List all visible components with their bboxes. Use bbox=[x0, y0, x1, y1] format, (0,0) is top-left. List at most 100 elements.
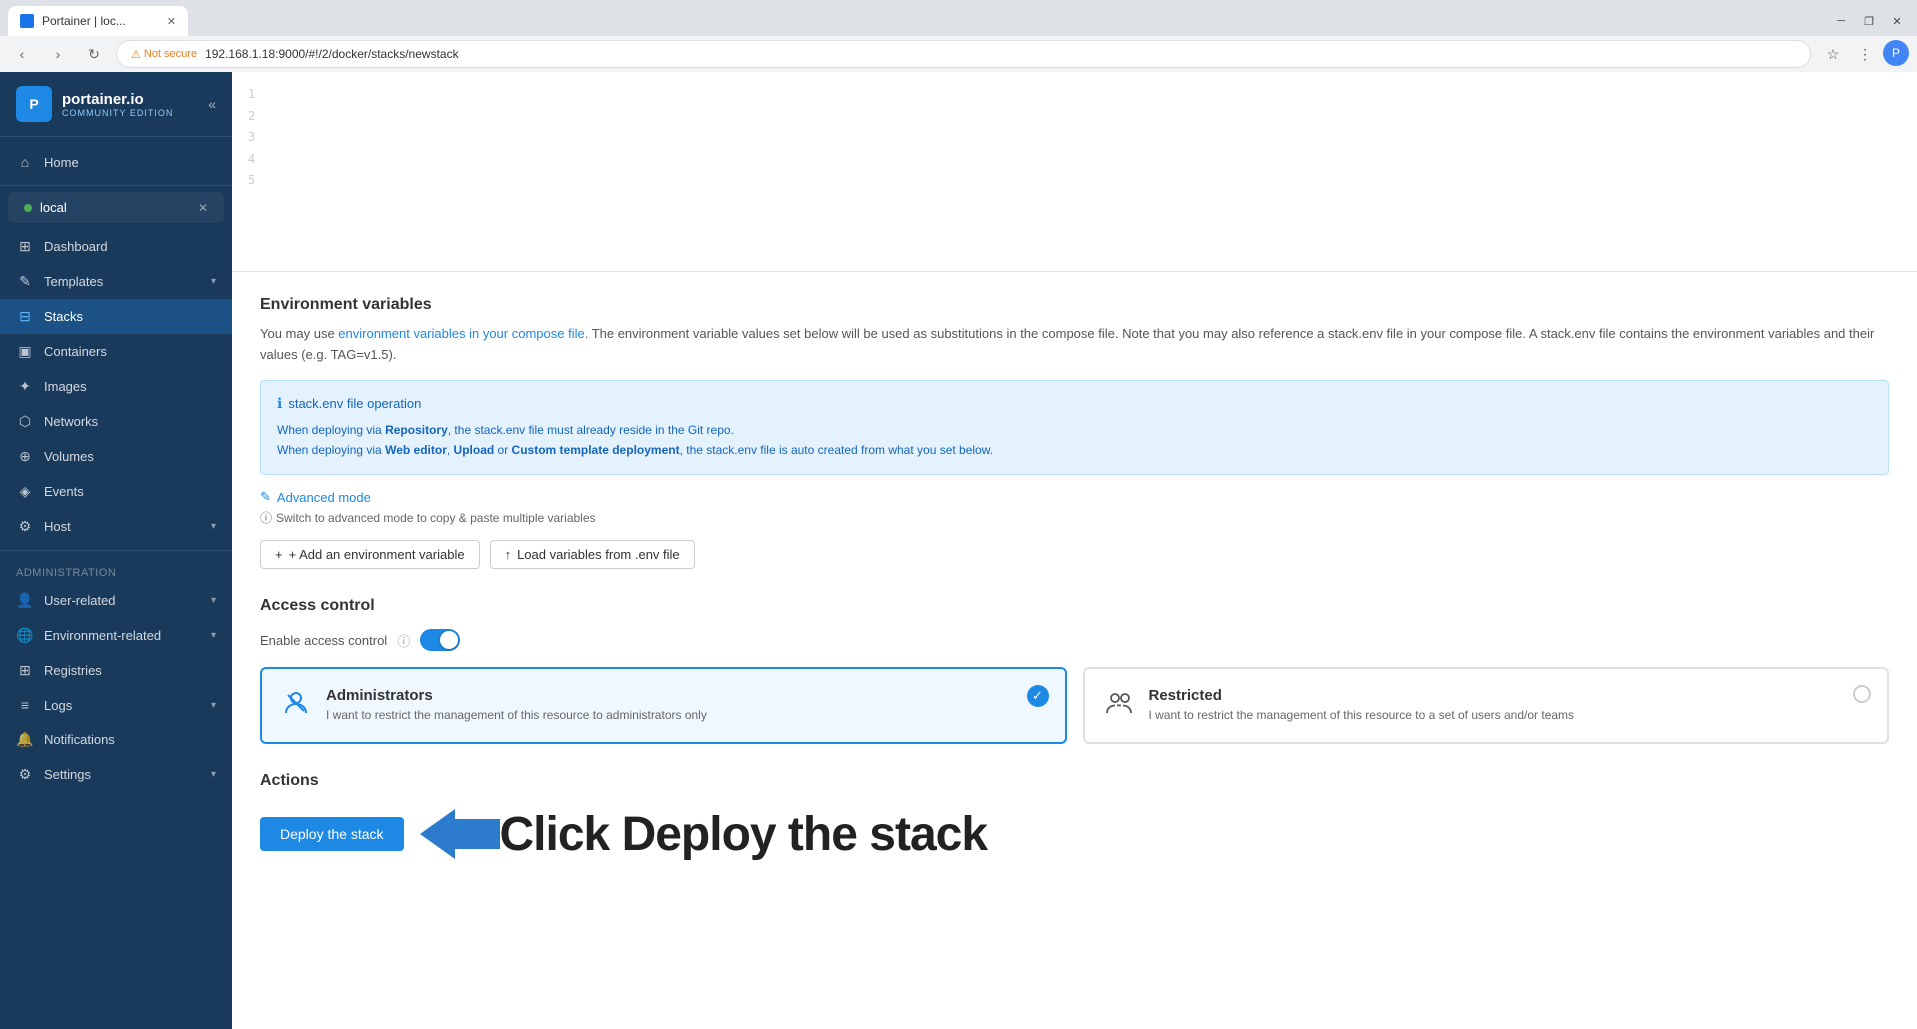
registries-label: Registries bbox=[44, 663, 102, 678]
main-content: 1 2 3 4 5 Environment variables You may … bbox=[232, 72, 1917, 1029]
administration-group-label: Administration bbox=[0, 557, 232, 583]
dashboard-icon: ⊞ bbox=[16, 238, 34, 255]
access-control-section: Access control Enable access control ⓘ bbox=[260, 597, 1889, 744]
back-button[interactable]: ‹ bbox=[8, 40, 36, 68]
env-related-chevron-icon: ▾ bbox=[211, 630, 216, 641]
events-icon: ◈ bbox=[16, 483, 34, 500]
env-vars-description: You may use environment variables in you… bbox=[260, 324, 1889, 366]
restricted-radio-indicator bbox=[1853, 685, 1871, 703]
env-related-label: Environment-related bbox=[44, 628, 161, 643]
window-controls: ─ ❐ ✕ bbox=[1829, 9, 1909, 33]
bookmark-icon[interactable]: ☆ bbox=[1819, 40, 1847, 68]
tab-title: Portainer | loc... bbox=[42, 14, 159, 28]
code-editor-area[interactable]: 1 2 3 4 5 bbox=[232, 72, 1917, 272]
minimize-button[interactable]: ─ bbox=[1829, 9, 1853, 33]
actions-section: Actions Deploy the stack Click Deploy th… bbox=[260, 772, 1889, 864]
sidebar-item-events[interactable]: ◈ Events bbox=[0, 474, 232, 509]
env-related-icon: 🌐 bbox=[16, 627, 34, 644]
info-icon: ℹ bbox=[277, 395, 282, 412]
tab-favicon bbox=[20, 14, 34, 28]
info-box-body: When deploying via Repository, the stack… bbox=[277, 420, 1872, 461]
containers-icon: ▣ bbox=[16, 343, 34, 360]
sidebar-item-home[interactable]: ⌂ Home bbox=[0, 145, 232, 179]
url-text: 192.168.1.18:9000/#!/2/docker/stacks/new… bbox=[205, 47, 459, 61]
browser-chrome: Portainer | loc... ✕ ─ ❐ ✕ ‹ › ↻ ⚠ Not s… bbox=[0, 0, 1917, 72]
env-status-dot bbox=[24, 204, 32, 212]
user-related-chevron-icon: ▾ bbox=[211, 595, 216, 606]
home-icon: ⌂ bbox=[16, 154, 34, 170]
collapse-button[interactable]: « bbox=[208, 96, 216, 112]
sidebar-item-notifications[interactable]: 🔔 Notifications bbox=[0, 722, 232, 757]
edit-icon: ✎ bbox=[260, 489, 271, 505]
env-vars-title: Environment variables bbox=[260, 296, 1889, 314]
sidebar-item-env-related[interactable]: 🌐 Environment-related ▾ bbox=[0, 618, 232, 653]
restricted-card-desc: I want to restrict the management of thi… bbox=[1149, 708, 1868, 722]
plus-icon: + bbox=[275, 547, 283, 562]
restricted-card-title: Restricted bbox=[1149, 687, 1868, 704]
deploy-stack-button[interactable]: Deploy the stack bbox=[260, 817, 404, 851]
load-variables-button[interactable]: ↑ Load variables from .env file bbox=[490, 540, 695, 569]
sidebar-item-stacks[interactable]: ⊟ Stacks bbox=[0, 299, 232, 334]
sidebar-item-templates[interactable]: ✎ Templates ▾ bbox=[0, 264, 232, 299]
enable-access-toggle[interactable] bbox=[420, 629, 460, 651]
close-button[interactable]: ✕ bbox=[1885, 9, 1909, 33]
sidebar-item-images[interactable]: ✦ Images bbox=[0, 369, 232, 404]
address-bar[interactable]: ⚠ Not secure 192.168.1.18:9000/#!/2/dock… bbox=[116, 40, 1811, 68]
administrators-card-title: Administrators bbox=[326, 687, 1045, 704]
logo-edition: COMMUNITY EDITION bbox=[62, 108, 173, 118]
reload-button[interactable]: ↻ bbox=[80, 40, 108, 68]
info-circle-icon: ⓘ bbox=[260, 509, 272, 526]
notifications-icon: 🔔 bbox=[16, 731, 34, 748]
env-vars-section: Environment variables You may use enviro… bbox=[260, 272, 1889, 569]
templates-label: Templates bbox=[44, 274, 103, 289]
sidebar-item-logs[interactable]: ≡ Logs ▾ bbox=[0, 688, 232, 722]
sidebar-item-registries[interactable]: ⊞ Registries bbox=[0, 653, 232, 688]
profile-icon[interactable]: P bbox=[1883, 40, 1909, 66]
extensions-icon[interactable]: ⋮ bbox=[1851, 40, 1879, 68]
settings-icon: ⚙ bbox=[16, 766, 34, 783]
notifications-label: Notifications bbox=[44, 732, 115, 747]
networks-label: Networks bbox=[44, 414, 98, 429]
stack-env-info-box: ℹ stack.env file operation When deployin… bbox=[260, 380, 1889, 476]
actions-title: Actions bbox=[260, 772, 1889, 790]
sidebar-item-volumes[interactable]: ⊕ Volumes bbox=[0, 439, 232, 474]
administrators-card[interactable]: Administrators I want to restrict the ma… bbox=[260, 667, 1067, 744]
sidebar: P portainer.io COMMUNITY EDITION « ⌂ Hom… bbox=[0, 72, 232, 1029]
containers-label: Containers bbox=[44, 344, 107, 359]
env-name: local bbox=[40, 200, 190, 215]
user-related-icon: 👤 bbox=[16, 592, 34, 609]
enable-access-help-icon[interactable]: ⓘ bbox=[397, 631, 410, 650]
access-control-title: Access control bbox=[260, 597, 1889, 615]
settings-chevron-icon: ▾ bbox=[211, 769, 216, 780]
home-label: Home bbox=[44, 155, 79, 170]
upload-icon: ↑ bbox=[505, 547, 512, 562]
templates-chevron-icon: ▾ bbox=[211, 276, 216, 287]
registries-icon: ⊞ bbox=[16, 662, 34, 679]
tab-close-icon[interactable]: ✕ bbox=[167, 15, 176, 28]
sidebar-env[interactable]: local ✕ bbox=[8, 192, 224, 223]
templates-icon: ✎ bbox=[16, 273, 34, 290]
browser-tab[interactable]: Portainer | loc... ✕ bbox=[8, 6, 188, 36]
security-indicator: ⚠ Not secure bbox=[131, 48, 197, 61]
sidebar-item-dashboard[interactable]: ⊞ Dashboard bbox=[0, 229, 232, 264]
compose-link[interactable]: environment variables in your compose fi… bbox=[338, 326, 584, 341]
restricted-card[interactable]: Restricted I want to restrict the manage… bbox=[1083, 667, 1890, 744]
sidebar-item-user-related[interactable]: 👤 User-related ▾ bbox=[0, 583, 232, 618]
stacks-icon: ⊟ bbox=[16, 308, 34, 325]
add-env-variable-button[interactable]: + + Add an environment variable bbox=[260, 540, 480, 569]
sidebar-item-host[interactable]: ⚙ Host ▾ bbox=[0, 509, 232, 544]
host-chevron-icon: ▾ bbox=[211, 521, 216, 532]
sidebar-item-containers[interactable]: ▣ Containers bbox=[0, 334, 232, 369]
forward-button[interactable]: › bbox=[44, 40, 72, 68]
advanced-mode-link[interactable]: ✎ Advanced mode bbox=[260, 489, 1889, 505]
sidebar-item-settings[interactable]: ⚙ Settings ▾ bbox=[0, 757, 232, 792]
logs-label: Logs bbox=[44, 698, 72, 713]
volumes-icon: ⊕ bbox=[16, 448, 34, 465]
deploy-arrow-icon bbox=[420, 804, 500, 864]
sidebar-item-networks[interactable]: ⬡ Networks bbox=[0, 404, 232, 439]
user-related-label: User-related bbox=[44, 593, 116, 608]
restore-button[interactable]: ❐ bbox=[1857, 9, 1881, 33]
administrators-card-desc: I want to restrict the management of thi… bbox=[326, 708, 1045, 722]
env-close-icon[interactable]: ✕ bbox=[198, 201, 208, 215]
images-label: Images bbox=[44, 379, 87, 394]
